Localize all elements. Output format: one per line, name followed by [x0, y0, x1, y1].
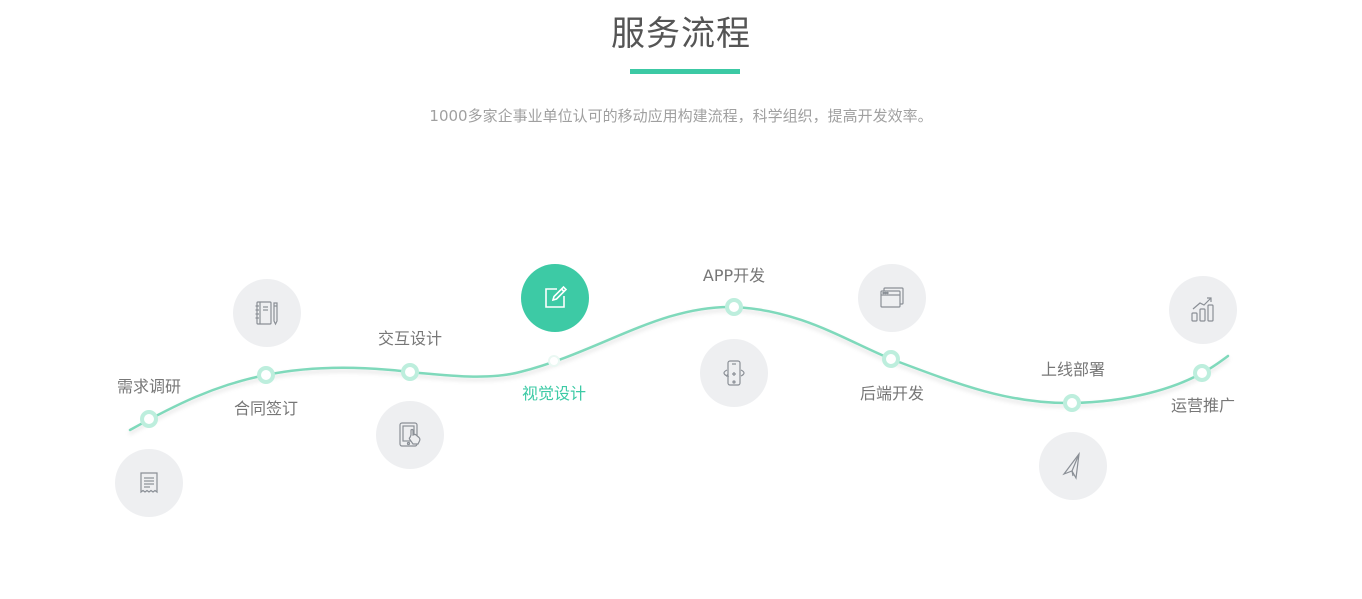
step-contract-icon-button[interactable]: [233, 279, 301, 347]
node-requirements[interactable]: [140, 410, 158, 428]
step-app-icon-button[interactable]: [700, 339, 768, 407]
receipt-icon: [140, 472, 158, 494]
step-visual-label[interactable]: 视觉设计: [494, 383, 614, 405]
step-visual-icon-button[interactable]: [521, 264, 589, 332]
node-contract[interactable]: [257, 366, 275, 384]
step-deploy-icon-button[interactable]: [1039, 432, 1107, 500]
browser-windows-icon: [880, 287, 904, 308]
tablet-touch-icon: [399, 422, 421, 447]
node-promotion[interactable]: [1193, 364, 1211, 382]
paper-plane-icon: [1062, 451, 1080, 480]
node-visual[interactable]: [548, 355, 560, 367]
node-interaction[interactable]: [401, 363, 419, 381]
node-app[interactable]: [725, 298, 743, 316]
step-backend-icon-button[interactable]: [858, 264, 926, 332]
step-interaction-label[interactable]: 交互设计: [350, 328, 470, 350]
step-deploy-label[interactable]: 上线部署: [1013, 359, 1133, 381]
step-promotion-icon-button[interactable]: [1169, 276, 1237, 344]
step-app-label[interactable]: APP开发: [674, 265, 794, 287]
phone-rotate-icon: [723, 360, 745, 386]
edit-icon: [545, 285, 568, 308]
step-promotion-label[interactable]: 运营推广: [1143, 395, 1263, 417]
growth-chart-icon: [1191, 297, 1214, 322]
node-backend[interactable]: [882, 350, 900, 368]
notebook-icon: [255, 301, 278, 326]
step-contract-label[interactable]: 合同签订: [206, 398, 326, 420]
step-requirements-label[interactable]: 需求调研: [89, 376, 209, 398]
step-requirements-icon-button[interactable]: [115, 449, 183, 517]
step-backend-label[interactable]: 后端开发: [832, 383, 952, 405]
step-interaction-icon-button[interactable]: [376, 401, 444, 469]
node-deploy[interactable]: [1063, 394, 1081, 412]
process-curve: [128, 298, 1230, 432]
